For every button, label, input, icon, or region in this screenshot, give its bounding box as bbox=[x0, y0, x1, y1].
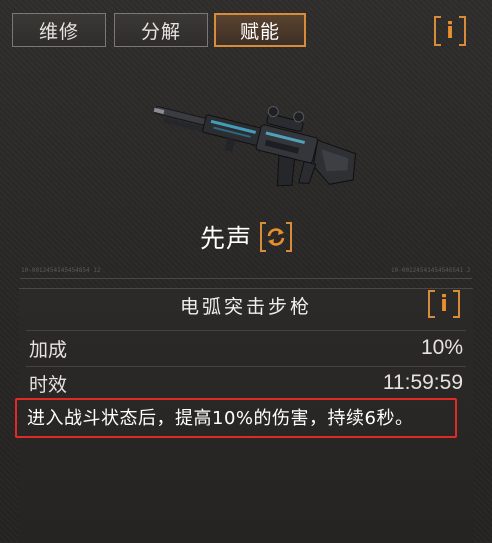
weapon-panel: 维修 分解 赋能 i 先声 10-0012454145454854 12 10-… bbox=[0, 0, 492, 543]
detail-info-button[interactable]: i bbox=[428, 290, 460, 318]
effect-description: 进入战斗状态后，提高10%的伤害，持续6秒。 bbox=[27, 408, 414, 429]
divider bbox=[20, 278, 472, 279]
info-icon: i bbox=[446, 18, 454, 44]
tab-repair[interactable]: 维修 bbox=[12, 13, 106, 47]
stat-label: 加成 bbox=[29, 338, 68, 361]
serial-code-left: 10-0012454145454854 12 bbox=[21, 267, 101, 274]
weapon-name: 先声 bbox=[199, 224, 252, 253]
weapon-type-title: 电弧突击步枪 bbox=[179, 296, 312, 318]
serial-code-right: 10-00124541454546541 2 bbox=[391, 267, 471, 274]
info-icon: i bbox=[440, 291, 448, 317]
stat-value: 11:59:59 bbox=[382, 371, 463, 394]
row-divider bbox=[26, 330, 466, 331]
stat-row-duration: 时效 11:59:59 bbox=[29, 367, 463, 399]
weapon-name-row: 先声 bbox=[0, 218, 492, 256]
weapon-image bbox=[140, 92, 365, 202]
swap-weapon-button[interactable] bbox=[260, 222, 292, 252]
stat-value: 10% bbox=[420, 336, 463, 359]
stat-label: 时效 bbox=[29, 373, 68, 396]
tab-disassemble[interactable]: 分解 bbox=[114, 13, 208, 47]
swap-icon bbox=[267, 228, 285, 246]
tab-empower[interactable]: 赋能 bbox=[214, 13, 306, 47]
stat-row-bonus: 加成 10% bbox=[29, 332, 463, 364]
info-button[interactable]: i bbox=[434, 16, 466, 46]
